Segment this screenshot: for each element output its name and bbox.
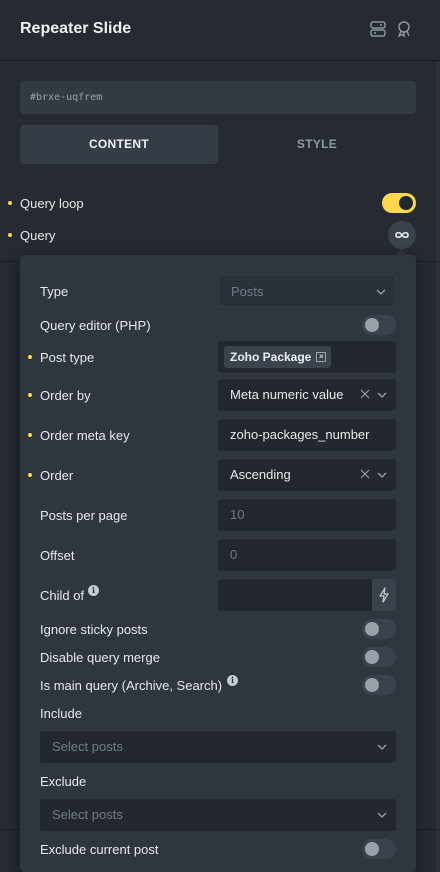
- lightning-icon: [379, 587, 389, 603]
- element-id-field[interactable]: #brxe-uqfrem: [20, 81, 416, 114]
- order-value: Ascending: [230, 467, 291, 482]
- order-by-value: Meta numeric value: [230, 387, 344, 402]
- info-icon[interactable]: i: [88, 585, 99, 596]
- exclude-placeholder: Select posts: [52, 807, 123, 822]
- modified-indicator: [28, 393, 32, 397]
- posts-per-page-label: Posts per page: [40, 508, 128, 523]
- query-label: Query: [20, 228, 56, 243]
- order-select[interactable]: Ascending: [218, 459, 396, 491]
- type-label: Type: [40, 284, 69, 299]
- ignore-sticky-toggle[interactable]: [362, 619, 396, 639]
- chevron-down-icon: [377, 812, 387, 818]
- panel-tabs: CONTENT STYLE: [20, 125, 416, 164]
- chevron-down-icon: [377, 392, 387, 398]
- is-main-query-toggle[interactable]: [362, 675, 396, 695]
- exclude-current-toggle[interactable]: [362, 839, 396, 859]
- clear-icon[interactable]: [360, 469, 370, 479]
- modified-indicator: [8, 201, 12, 205]
- order-meta-key-label: Order meta key: [40, 428, 130, 443]
- post-type-select[interactable]: Zoho Package ×: [218, 341, 396, 373]
- offset-placeholder: 0: [230, 547, 238, 562]
- chevron-down-icon: [377, 472, 387, 478]
- post-type-label: Post type: [40, 350, 95, 365]
- child-of-label: Child of: [40, 588, 85, 603]
- disable-merge-toggle[interactable]: [362, 647, 396, 667]
- include-select[interactable]: Select posts: [40, 731, 396, 763]
- query-loop-label: Query loop: [20, 196, 84, 211]
- exclude-current-label: Exclude current post: [40, 842, 159, 857]
- order-label: Order: [40, 468, 74, 483]
- chevron-down-icon: [377, 744, 387, 750]
- include-label: Include: [40, 706, 82, 721]
- offset-label: Offset: [40, 548, 75, 563]
- post-type-tag-label: Zoho Package: [230, 350, 312, 364]
- disable-merge-label: Disable query merge: [40, 650, 160, 665]
- chevron-down-icon: [376, 289, 386, 295]
- exclude-label: Exclude: [40, 774, 87, 789]
- order-meta-key-input[interactable]: zoho-packages_number: [218, 419, 396, 451]
- order-meta-key-value: zoho-packages_number: [230, 427, 370, 442]
- panel-title: Repeater Slide: [20, 20, 132, 37]
- type-value: Posts: [231, 284, 264, 299]
- panel-header: Repeater Slide: [0, 0, 440, 61]
- offset-input[interactable]: 0: [218, 539, 396, 571]
- child-of-input[interactable]: [218, 579, 372, 611]
- tab-content[interactable]: CONTENT: [20, 125, 218, 164]
- info-icon[interactable]: i: [227, 675, 238, 686]
- clear-icon[interactable]: [360, 389, 370, 399]
- query-loop-toggle[interactable]: [382, 193, 416, 213]
- posts-per-page-input[interactable]: 10: [218, 499, 396, 531]
- modified-indicator: [28, 473, 32, 477]
- modified-indicator: [28, 433, 32, 437]
- query-editor-toggle[interactable]: [362, 315, 396, 335]
- order-by-label: Order by: [40, 388, 91, 403]
- type-select[interactable]: Posts: [218, 275, 396, 307]
- infinity-icon: [395, 231, 409, 239]
- ignore-sticky-label: Ignore sticky posts: [40, 622, 148, 637]
- scrollbar-track[interactable]: [436, 62, 440, 872]
- help-icon[interactable]: [395, 20, 413, 38]
- modified-indicator: [8, 233, 12, 237]
- post-type-tag: Zoho Package ×: [224, 346, 332, 368]
- query-loop-settings-button[interactable]: [388, 221, 416, 249]
- is-main-query-label: Is main query (Archive, Search): [40, 678, 223, 693]
- exclude-select[interactable]: Select posts: [40, 799, 396, 831]
- templates-icon[interactable]: [369, 20, 387, 38]
- tab-style[interactable]: STYLE: [218, 125, 416, 164]
- posts-per-page-placeholder: 10: [230, 507, 245, 522]
- dynamic-data-button[interactable]: [372, 579, 396, 611]
- remove-tag-icon[interactable]: ×: [316, 352, 327, 362]
- query-editor-label: Query editor (PHP): [40, 318, 151, 333]
- include-placeholder: Select posts: [52, 739, 123, 754]
- order-by-select[interactable]: Meta numeric value: [218, 379, 396, 411]
- modified-indicator: [28, 355, 32, 359]
